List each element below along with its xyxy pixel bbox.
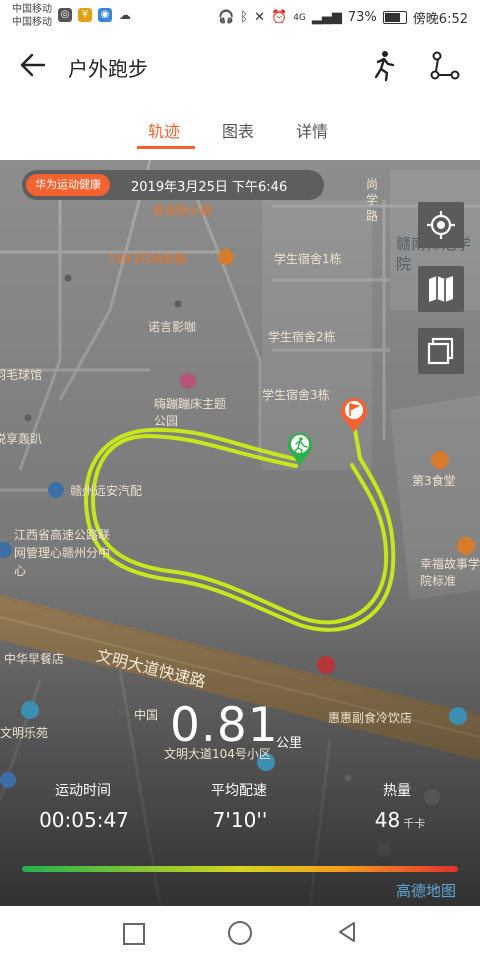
arrow-left-icon[interactable] <box>16 48 50 82</box>
security-icon: ◉ <box>98 8 112 22</box>
map-label: 江西省高速公路联网管理心赣州分中心 <box>14 528 111 578</box>
app-bar: 户外跑步 <box>0 34 480 96</box>
app-badge[interactable]: 华为运动健康 <box>26 174 110 196</box>
carrier-info: 中国移动 中国移动 <box>12 3 52 29</box>
district-poi-icon <box>0 772 16 788</box>
map-label: 赣州远安汽配 <box>70 484 143 498</box>
stat-label-calories: 热量 <box>383 783 411 799</box>
mute-icon: ✕ <box>254 10 265 25</box>
calories-unit: 千卡 <box>403 817 426 830</box>
map-label: 诺言影咖 <box>148 320 197 334</box>
map-label: 幸福故事学院标准 <box>420 557 480 588</box>
distance-unit: 公里 <box>276 736 303 751</box>
park-poi-icon <box>180 373 196 389</box>
shop-poi-icon <box>457 537 475 555</box>
restaurant-poi-icon <box>218 249 234 265</box>
locate-icon <box>427 211 455 239</box>
map-type-button[interactable] <box>418 266 464 312</box>
signal-icon: ▂▄▆ <box>311 10 342 25</box>
locate-button[interactable] <box>418 202 464 248</box>
stat-value-pace: 7'10'' <box>178 808 302 832</box>
battery-percent: 73% <box>347 10 377 25</box>
map-label: 学生宿舍2栋 <box>268 330 336 344</box>
network-label: 4G <box>293 12 306 23</box>
tab-track[interactable]: 轨迹 <box>148 118 180 142</box>
map-label: 中华早餐店 <box>4 652 65 666</box>
system-nav-bar <box>0 906 480 960</box>
recents-button[interactable] <box>123 923 145 945</box>
layers-button[interactable] <box>418 328 464 374</box>
map-label: 文明乐苑 <box>0 726 49 740</box>
duration-text: 00:05:47 <box>39 808 129 832</box>
system-indicators: 🎧 ᛒ ✕ ⏰ 4G ▂▄▆ 73% 傍晚6:52 <box>218 8 468 27</box>
calories-text: 48 <box>374 808 401 832</box>
map-label: 悦享轰趴 <box>0 432 43 446</box>
share-route-icon[interactable] <box>428 48 462 82</box>
tab-chart[interactable]: 图表 <box>222 118 254 142</box>
map-label: 老泽桥火锅 <box>152 204 213 218</box>
map-icon <box>429 276 453 302</box>
stat-label-pace: 平均配速 <box>211 783 267 799</box>
map-label: 尚学路 <box>366 177 379 223</box>
activity-datetime: 2019年3月25日 下午6:46 <box>131 180 288 195</box>
layers-icon <box>427 337 454 365</box>
page-title: 户外跑步 <box>68 57 148 81</box>
back-nav-button[interactable] <box>336 920 358 944</box>
map-label: 学生宿舍3栋 <box>262 388 330 402</box>
bank-poi-icon <box>317 656 335 674</box>
alipay-icon: ¥ <box>78 8 92 22</box>
map-label: 中国 <box>134 708 159 722</box>
carrier-1: 中国移动 <box>12 4 52 15</box>
tab-details[interactable]: 详情 <box>296 118 328 142</box>
pace-gradient-bar <box>22 866 458 872</box>
route-map[interactable]: 老泽桥火锅 1993时尚轻餐 学生宿舍1栋 学生宿舍2栋 学生宿舍3栋 诺言影咖… <box>0 160 480 906</box>
residential-poi-icon <box>21 701 39 719</box>
alarm-icon: ⏰ <box>271 10 288 25</box>
bluetooth-icon: ᛒ <box>240 10 249 25</box>
map-label: 第3食堂 <box>412 474 456 488</box>
map-label: 嗨蹦蹦床主题公园 <box>154 397 227 428</box>
carrier-2: 中国移动 <box>12 17 52 28</box>
stat-value-calories: 48 千卡 <box>338 808 462 832</box>
headphone-icon: 🎧 <box>218 10 235 25</box>
car-poi-icon <box>48 482 64 498</box>
cafeteria-poi-icon <box>431 451 449 469</box>
stat-value-duration: 00:05:47 <box>22 808 146 832</box>
amap-logo: 高德地图 <box>396 882 457 900</box>
home-button[interactable] <box>228 921 252 945</box>
map-label: 学生宿舍1栋 <box>274 252 342 266</box>
pace-text: 7'10'' <box>212 808 268 832</box>
runner-icon[interactable] <box>366 48 398 82</box>
clock: 傍晚6:52 <box>412 12 468 27</box>
stat-label-duration: 运动时间 <box>55 783 111 799</box>
store-poi-icon <box>449 707 467 725</box>
activity-info-bar: 华为运动健康 2019年3月25日 下午6:46 <box>22 170 324 200</box>
map-label: 羽毛球馆 <box>0 368 43 382</box>
notification-icons: ◎ ¥ ◉ ☁ <box>58 8 132 22</box>
tab-indicator <box>137 146 195 149</box>
status-bar: 中国移动 中国移动 ◎ ¥ ◉ ☁ 🎧 ᛒ ✕ ⏰ 4G ▂▄▆ 73% 傍晚6… <box>0 0 480 34</box>
map-label: 惠惠副食冷饮店 <box>328 711 413 725</box>
map-label: 1993时尚轻餐 <box>108 252 187 266</box>
distance-value: 0.81 <box>170 698 279 753</box>
notification-icon: ◎ <box>58 8 72 22</box>
battery-icon <box>382 11 407 24</box>
wechat-icon: ☁ <box>118 8 132 22</box>
government-poi-icon <box>377 843 391 857</box>
tab-bar: 轨迹 图表 详情 <box>0 96 480 160</box>
